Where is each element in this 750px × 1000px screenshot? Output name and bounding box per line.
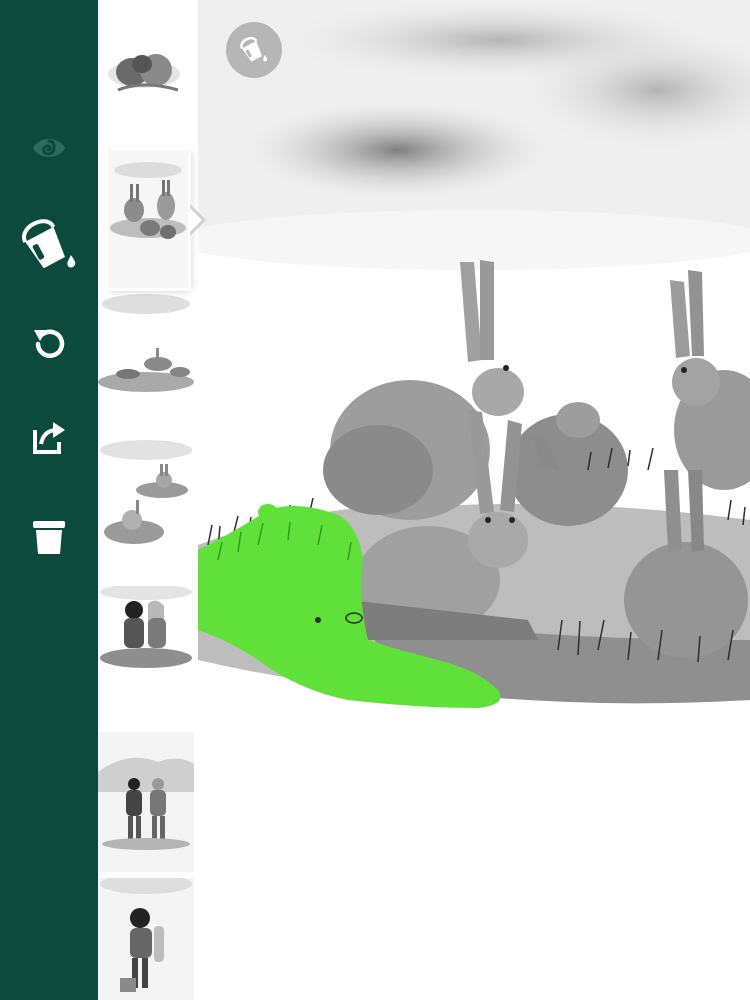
page-thumbnail[interactable] (98, 586, 194, 726)
selected-page-pointer (188, 204, 206, 236)
share-icon (29, 418, 69, 458)
page-thumbnail[interactable] (98, 0, 194, 140)
swirl-icon (29, 128, 69, 168)
tool-sidebar (0, 0, 98, 1000)
paint-bucket-tool-button[interactable] (0, 206, 98, 276)
delete-button[interactable] (0, 502, 98, 572)
coloring-canvas[interactable] (198, 0, 750, 1000)
fill-tool-floating-button[interactable] (226, 22, 282, 78)
page-thumbnail[interactable] (98, 732, 194, 872)
page-thumbnail[interactable] (98, 292, 194, 432)
page-thumbnail[interactable] (98, 878, 194, 1000)
swirl-tool-button[interactable] (0, 113, 98, 183)
trash-icon (29, 517, 69, 557)
page-thumbnail[interactable] (98, 440, 194, 580)
undo-icon (29, 324, 69, 364)
page-thumbnail-selected[interactable] (105, 147, 191, 291)
paint-bucket-icon (237, 31, 271, 69)
undo-button[interactable] (0, 309, 98, 379)
page-thumbnails (98, 0, 198, 1000)
paint-bucket-icon (15, 207, 83, 275)
coloring-app (0, 0, 750, 1000)
share-button[interactable] (0, 403, 98, 473)
